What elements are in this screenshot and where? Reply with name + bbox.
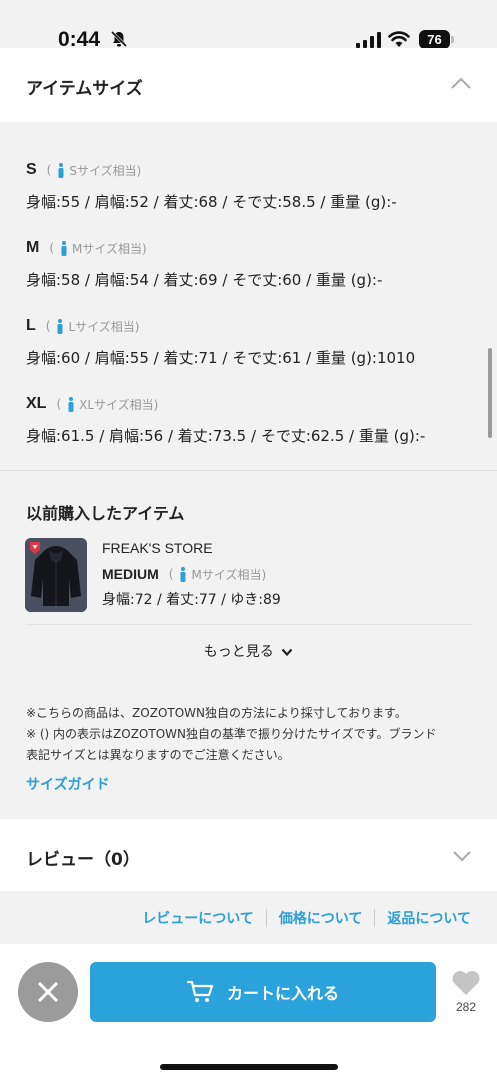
- size-paren-open: (: [49, 241, 55, 255]
- previous-purchase-title: 以前購入したアイテム: [26, 504, 185, 523]
- person-icon: [58, 162, 64, 178]
- show-more-label: もっと見る: [203, 644, 274, 660]
- size-entry-l: L ( Lサイズ相当) 身幅:60 / 肩幅:55 / 着丈:71 / そで丈:…: [26, 315, 415, 369]
- battery-icon: 76: [419, 30, 455, 50]
- person-icon: [57, 318, 63, 334]
- previous-item-measurements: 身幅:72 / 着丈:77 / ゆき:89: [102, 592, 281, 608]
- note-line: 表記サイズとは異なりますのでご注意ください。: [26, 748, 290, 762]
- chevron-down-icon[interactable]: [452, 850, 472, 862]
- size-measurements: 身幅:58 / 肩幅:54 / 着丈:69 / そで丈:60 / 重量 (g):…: [26, 271, 383, 289]
- divider: [0, 470, 497, 471]
- chevron-up-icon[interactable]: [450, 76, 472, 90]
- close-icon: [38, 982, 58, 1002]
- add-to-cart-button[interactable]: カートに入れる: [90, 962, 436, 1022]
- heart-icon: [452, 971, 480, 995]
- person-icon: [68, 396, 74, 412]
- favorite-count: 282: [455, 1000, 477, 1014]
- previous-item-thumbnail[interactable]: [25, 538, 87, 612]
- divider: [26, 624, 472, 625]
- size-paren-open: (: [46, 163, 52, 177]
- item-size-title: アイテムサイズ: [26, 79, 143, 99]
- size-measurements: 身幅:60 / 肩幅:55 / 着丈:71 / そで丈:61 / 重量 (g):…: [26, 349, 416, 367]
- size-equivalent: Lサイズ相当): [68, 319, 140, 334]
- size-name: S: [26, 161, 37, 178]
- wifi-icon: [388, 31, 410, 47]
- size-entry-xl: XL ( XLサイズ相当) 身幅:61.5 / 肩幅:56 / 着丈:73.5 …: [26, 393, 425, 447]
- previous-item-size: MEDIUM ( Mサイズ相当): [102, 563, 266, 585]
- footer-links: レビューについて 価格について 返品について: [142, 908, 471, 928]
- size-guide-link[interactable]: サイズガイド: [26, 774, 110, 794]
- close-button[interactable]: [18, 962, 78, 1022]
- note-line: ※ () 内の表示はZOZOTOWN独自の基準で振り分けたサイズです。ブランド: [26, 727, 437, 741]
- size-paren-open: (: [168, 567, 174, 581]
- size-measurements: 身幅:61.5 / 肩幅:56 / 着丈:73.5 / そで丈:62.5 / 重…: [26, 427, 426, 445]
- signal-icon: [356, 32, 381, 48]
- bell-slash-icon: [110, 30, 128, 48]
- person-icon: [180, 566, 186, 582]
- size-equivalent: Sサイズ相当): [69, 163, 142, 178]
- status-bar: 0:44 76: [0, 0, 497, 51]
- scrollbar-thumb[interactable]: [488, 348, 492, 438]
- size-measurements: 身幅:55 / 肩幅:52 / 着丈:68 / そで丈:58.5 / 重量 (g…: [26, 193, 397, 211]
- size-name: L: [26, 317, 36, 334]
- add-to-cart-label: カートに入れる: [226, 984, 339, 1003]
- size-name: MEDIUM: [102, 566, 159, 582]
- favorite-button[interactable]: 282: [448, 970, 484, 1020]
- person-icon: [61, 240, 67, 256]
- size-equivalent: XLサイズ相当): [79, 397, 159, 412]
- size-equivalent: Mサイズ相当): [72, 241, 147, 256]
- size-equivalent: Mサイズ相当): [191, 567, 267, 582]
- jacket-image: [25, 538, 87, 612]
- size-paren-open: (: [56, 397, 62, 411]
- about-price-link[interactable]: 価格について: [279, 908, 363, 928]
- cart-icon: [186, 980, 214, 1002]
- previous-item-brand: FREAK'S STORE: [102, 540, 213, 556]
- review-title: レビュー（0）: [26, 850, 140, 870]
- note-line: ※こちらの商品は、ZOZOTOWN独自の方法により採寸しております。: [26, 706, 407, 720]
- size-entry-m: M ( Mサイズ相当) 身幅:58 / 肩幅:54 / 着丈:69 / そで丈:…: [26, 237, 382, 291]
- about-reviews-link[interactable]: レビューについて: [142, 908, 254, 928]
- chevron-down-icon: [281, 648, 293, 657]
- battery-level: 76: [419, 30, 450, 49]
- size-entry-s: S ( Sサイズ相当) 身幅:55 / 肩幅:52 / 着丈:68 / そで丈:…: [26, 159, 397, 213]
- size-name: XL: [26, 395, 47, 412]
- about-returns-link[interactable]: 返品について: [387, 908, 471, 928]
- size-name: M: [26, 239, 40, 256]
- home-indicator: [160, 1064, 338, 1070]
- show-more-link[interactable]: もっと見る: [0, 641, 497, 661]
- size-paren-open: (: [45, 319, 51, 333]
